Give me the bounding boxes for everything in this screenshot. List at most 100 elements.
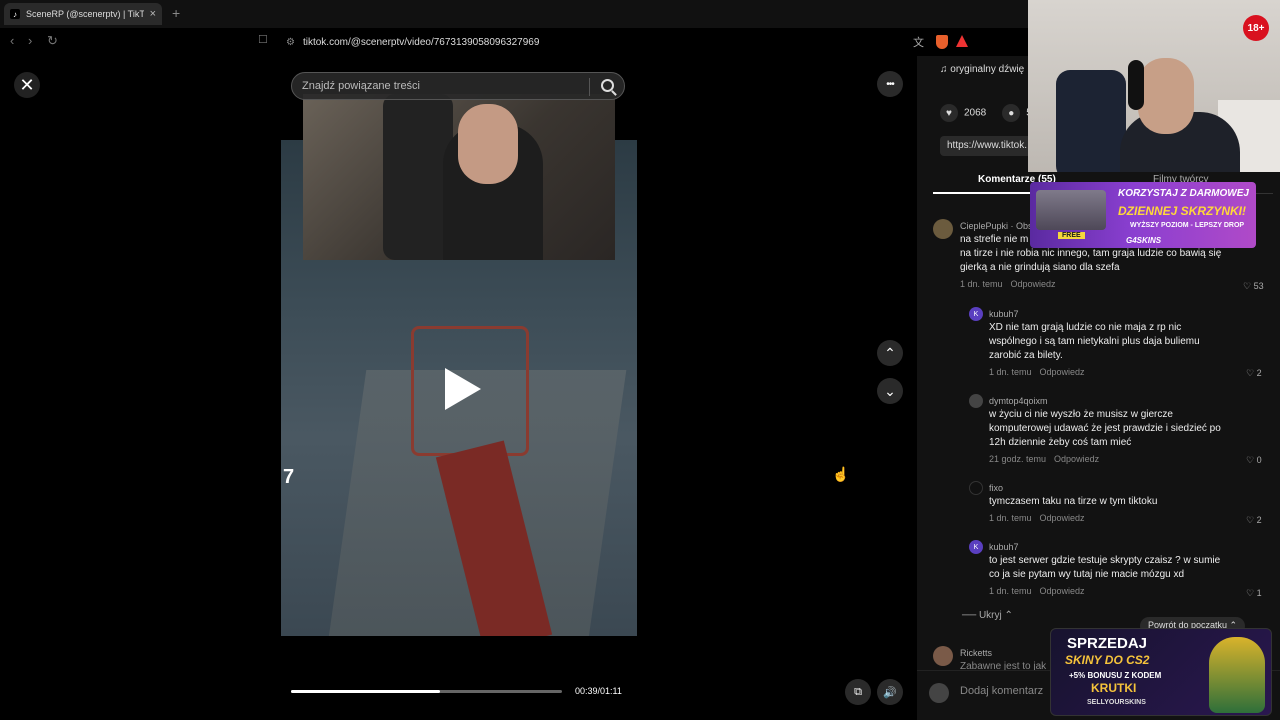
translate-icon[interactable]: 文 [913,34,924,50]
chair-image [1056,70,1126,172]
brave-shield-icon[interactable] [936,35,948,49]
close-button[interactable]: ✕ [14,72,40,98]
more-icon: ••• [886,78,894,90]
comment-username[interactable]: fixo [989,481,1239,495]
comment-text-line: zarobić za bilety. [989,350,1063,361]
reply-button[interactable]: Odpowiedz [1011,279,1056,289]
related-search-input[interactable]: Znajdź powiązane treści [291,72,625,100]
mouse-cursor-icon: ☝ [832,466,850,482]
chevron-down-icon: ⌄ [884,382,896,399]
search-divider [589,78,590,96]
progress-bar[interactable] [291,690,562,693]
avatar[interactable] [969,394,983,408]
volume-icon: 🔊 [883,686,897,699]
ad-text: +5% BONUSU Z KODEM [1069,671,1162,680]
comment-text-line: co ja sie pytam wy tutaj nie macie mózgu… [989,569,1185,580]
bookmark-icon[interactable]: ☐ [258,33,268,46]
ad-banner-g4skins: KORZYSTAJ Z DARMOWEJ DZIENNEJ SKRZYNKI! … [1030,182,1256,248]
browser-tab[interactable]: ♪ SceneRP (@scenerptv) | TikTok × [4,3,162,25]
comment-like-count: 1 [1256,588,1262,598]
pip-button[interactable]: ⧉ [845,679,871,705]
comment-text-line: 12h dziennie żeby coś tam mieć [989,437,1132,448]
comment-text-line: w życiu ci nie wyszło że musisz w giercz… [989,409,1173,420]
video-player[interactable]: 7 [281,56,637,636]
comment-like-count: 53 [1253,281,1264,291]
forward-icon[interactable]: › [28,33,32,48]
reply-button[interactable]: Odpowiedz [1040,367,1085,377]
ad-free-badge: FREE [1058,232,1085,239]
comment-item: dymtop4qoixm w życiu ci nie wyszło że mu… [989,394,1239,466]
new-tab-button[interactable]: + [172,5,180,21]
stats-row: ♥2068 ●5 [940,104,1032,122]
tab-title: SceneRP (@scenerptv) | TikTok [26,9,144,19]
comment-username[interactable]: dymtop4qoixm [989,394,1239,408]
like-stat[interactable]: ♥ 2068 [940,104,986,122]
reply-button[interactable]: Odpowiedz [1054,454,1099,464]
progress-fill [291,690,441,693]
comment-time: 1 dn. temu [989,513,1032,523]
comment-text-line: gierką a nie grindują siano dla szefa [960,262,1120,273]
hide-label: Ukryj ⌃ [978,610,1013,621]
reply-button[interactable]: Odpowiedz [1040,586,1085,596]
age-rating-badge: 18+ [1243,15,1269,41]
url-text: tiktok.com/@scenerptv/video/767313905809… [302,36,540,48]
comment-item: kubuh7 to jest serwer gdzie testuje skry… [989,540,1239,598]
address-bar[interactable]: ⚙ tiktok.com/@scenerptv/video/7673139058… [282,32,1002,52]
sound-link[interactable]: ♫ oryginalny dźwię [940,64,1024,75]
comment-item: fixo tymczasem taku na tirze w tym tikto… [989,481,1239,525]
add-comment-input[interactable]: Dodaj komentarz [960,685,1043,697]
headphones-image [1128,60,1144,110]
ad-banner-sellyourskins: SPRZEDAJ SKINY DO CS2 +5% BONUSU Z KODEM… [1050,628,1272,716]
comment-like-count: 2 [1256,368,1262,378]
ad-text: WYŻSZY POZIOM - LEPSZY DROP [1130,222,1245,229]
chevron-up-icon: ⌃ [884,344,896,361]
comment-username[interactable]: kubuh7 [989,540,1239,554]
chest-image [1036,190,1106,230]
mascot-image [1209,637,1265,713]
comment-like[interactable]: ♡ 2 [1246,368,1262,379]
comment-text-line: XD nie tam grają ludzie co nie maja z rp… [989,322,1182,333]
comment-like[interactable]: ♡ 1 [1246,588,1262,599]
avatar[interactable]: K [969,307,983,321]
comment-text-line: wspólnego i są tam nietykalni plus daja … [989,336,1200,347]
comment-text-line: komputerowej udawać że jest prawdzie i s… [989,423,1221,434]
search-icon[interactable] [601,79,614,92]
more-options-button[interactable]: ••• [877,71,903,97]
avatar[interactable] [969,481,983,495]
ad-brand: G4SKINS [1126,236,1162,245]
comment-like[interactable]: ♡ 0 [1246,455,1262,466]
comment-username[interactable]: kubuh7 [989,307,1239,321]
head-image [458,104,518,184]
pip-icon: ⧉ [854,685,862,698]
comment-like-count: 0 [1256,455,1262,465]
comment-time: 21 godz. temu [989,454,1047,464]
tab-close-icon[interactable]: × [150,8,156,20]
comment-time: 1 dn. temu [989,586,1032,596]
hide-replies-button[interactable]: ── Ukryj ⌃ [962,610,1013,621]
ad-text: DZIENNEJ SKRZYNKI! [1118,204,1247,218]
comment-like-count: 2 [1256,515,1262,525]
avatar[interactable] [933,219,953,239]
next-video-button[interactable]: ⌄ [877,378,903,404]
heart-icon: ♥ [940,104,958,122]
comment-like[interactable]: ♡ 2 [1246,515,1262,526]
reply-button[interactable]: Odpowiedz [1040,513,1085,523]
comment-like[interactable]: ♡ 53 [1243,281,1264,292]
ad-text: SPRZEDAJ [1067,635,1148,652]
rewards-icon[interactable] [956,35,968,47]
previous-video-button[interactable]: ⌃ [877,340,903,366]
tiktok-icon: ♪ [10,9,20,19]
time-display: 00:39/01:11 [575,686,622,696]
comment-icon: ● [1002,104,1021,122]
back-icon[interactable]: ‹ [10,33,14,48]
volume-button[interactable]: 🔊 [877,679,903,705]
comment-time: 1 dn. temu [989,367,1032,377]
site-info-icon[interactable]: ⚙ [286,37,295,48]
avatar[interactable] [933,646,953,666]
comment-text-line: tymczasem taku na tirze w tym tiktoku [989,496,1158,507]
reload-icon[interactable]: ↻ [47,33,58,49]
avatar[interactable]: K [969,540,983,554]
comment-item: kubuh7 XD nie tam grają ludzie co nie ma… [989,307,1239,379]
play-icon[interactable] [445,368,481,410]
comment-username[interactable]: Ricketts [960,646,1050,660]
